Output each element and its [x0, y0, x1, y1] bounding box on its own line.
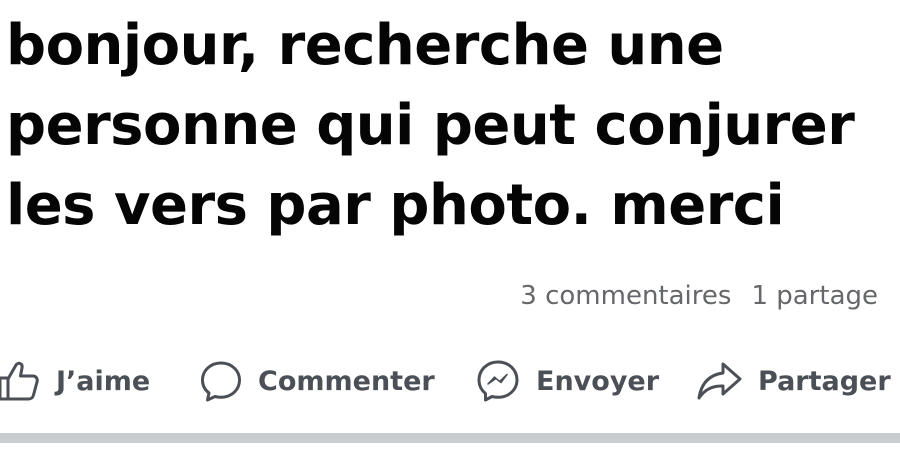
speech-bubble-icon [201, 361, 241, 402]
share-arrow-icon [697, 362, 742, 400]
comment-label: Commenter [258, 365, 435, 397]
shares-count-link[interactable]: 1 partage [751, 281, 878, 311]
post-text-line: les vers par photo. merci [6, 173, 785, 238]
thumbs-up-icon [0, 361, 39, 401]
send-button[interactable]: Envoyer [474, 352, 659, 410]
post-text: bonjour, recherche une personne qui peut… [6, 6, 896, 246]
share-button[interactable]: Partager [694, 352, 891, 410]
post-stats: 3 commentaires 1 partage [520, 278, 878, 314]
like-button[interactable]: J’aime [0, 352, 150, 410]
post-action-bar: J’aime Commenter Envoyer Partager [0, 352, 900, 410]
feed-divider [0, 433, 900, 443]
messenger-icon [477, 360, 519, 402]
comments-count-link[interactable]: 3 commentaires [520, 281, 731, 311]
send-label: Envoyer [536, 365, 660, 397]
post-card: bonjour, recherche une personne qui peut… [0, 0, 900, 453]
comment-button[interactable]: Commenter [198, 352, 435, 410]
post-text-line: bonjour, recherche une [6, 13, 724, 78]
like-label: J’aime [56, 365, 151, 397]
share-label: Partager [758, 365, 891, 397]
post-text-line: personne qui peut conjurer [6, 93, 855, 158]
